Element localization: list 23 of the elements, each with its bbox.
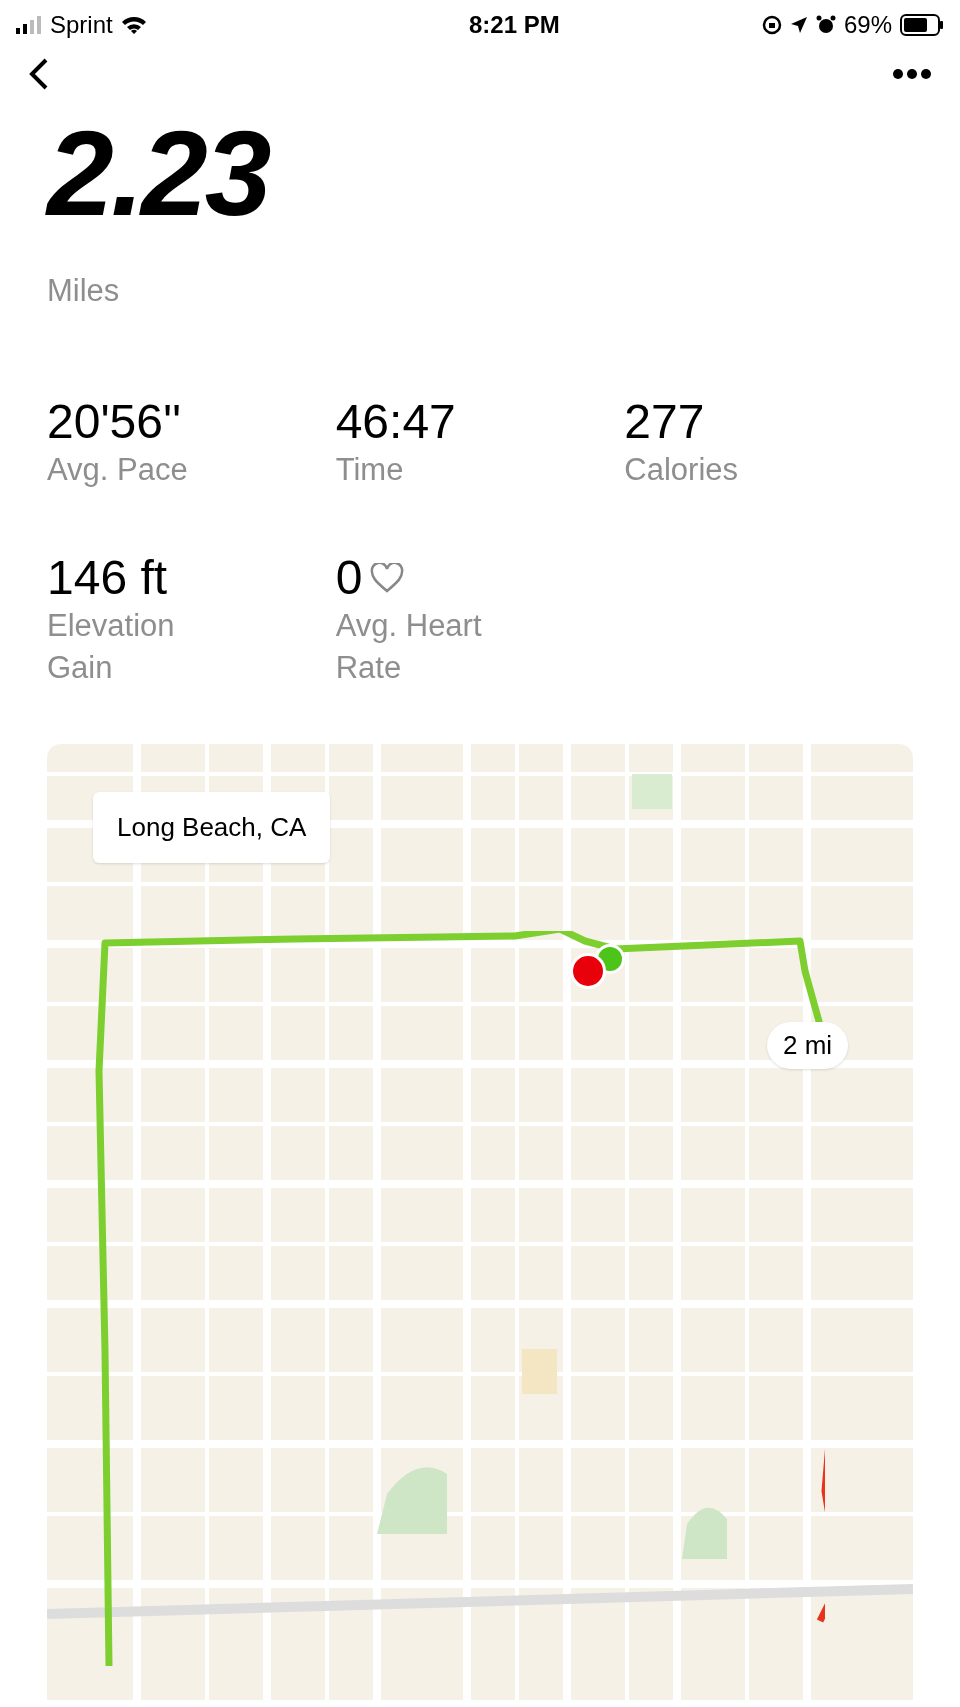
- location-arrow-icon: [789, 16, 808, 34]
- battery-percent: 69%: [843, 10, 892, 40]
- stat-label: Calories: [624, 450, 740, 489]
- stat-value: 146 ft: [47, 550, 168, 605]
- distance-unit: Miles: [47, 272, 121, 310]
- alarm-icon: [815, 15, 836, 35]
- rotation-lock-icon: [761, 15, 782, 35]
- battery-icon: [900, 14, 944, 36]
- wifi-icon: [120, 15, 147, 35]
- carrier-name: Sprint: [50, 10, 113, 40]
- signal-icon: [16, 16, 42, 34]
- stat-value: 46:47: [335, 394, 456, 449]
- heart-icon: [370, 562, 405, 593]
- distance-value: 2.23: [47, 118, 271, 228]
- stat-label: Elevation Gain: [47, 606, 176, 687]
- stat-label: Avg. Heart Rate: [335, 606, 483, 687]
- stat-value: 20'56'': [47, 394, 182, 449]
- stat-label: Avg. Pace: [47, 450, 189, 489]
- stat-value: 0: [335, 550, 363, 605]
- stat-value: 277: [624, 394, 705, 449]
- clock-time: 8:21 PM: [468, 10, 560, 40]
- location-label: Long Beach, CA: [93, 791, 331, 863]
- stat-label: Time: [335, 450, 405, 489]
